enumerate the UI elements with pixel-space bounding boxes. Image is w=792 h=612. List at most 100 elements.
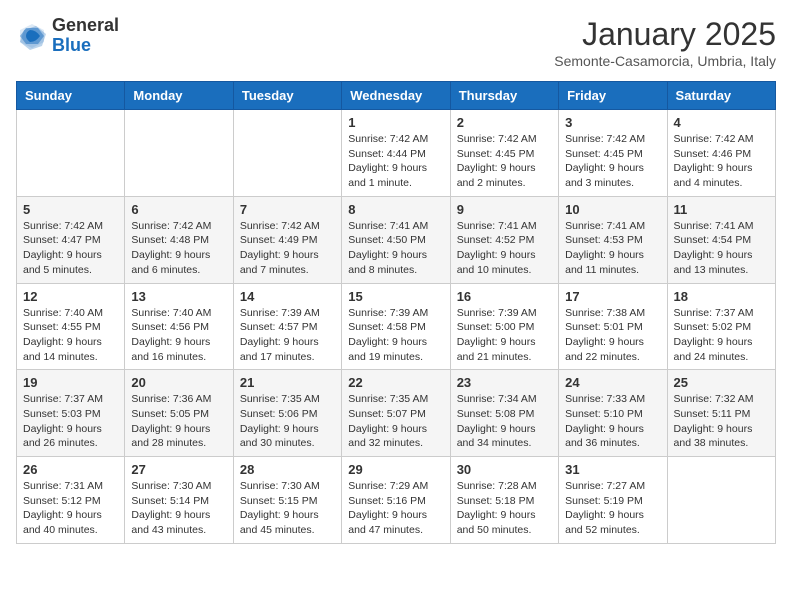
logo-blue-text: Blue — [52, 36, 119, 56]
calendar-cell: 17Sunrise: 7:38 AM Sunset: 5:01 PM Dayli… — [559, 283, 667, 370]
calendar-cell: 6 Sunrise: 7:42 AM Sunset: 4:48 PM Daylig… — [125, 196, 233, 283]
day-number: 16 — [457, 289, 552, 304]
calendar-cell: 25 Sunrise: 7:32 AM Sunset: 5:11 PM Dayli… — [667, 370, 775, 457]
day-number: 20 — [131, 375, 226, 390]
day-number: 27 — [131, 462, 226, 477]
calendar-cell: 31 Sunrise: 7:27 AM Sunset: 5:19 PM Dayli… — [559, 457, 667, 544]
day-info: Sunrise: 7:41 AM Sunset: 4:50 PM Dayligh… — [348, 219, 443, 278]
calendar-cell: 15Sunrise: 7:39 AM Sunset: 4:58 PM Dayli… — [342, 283, 450, 370]
day-info: Sunrise: 7:42 AM Sunset: 4:49 PM Dayligh… — [240, 219, 335, 278]
calendar-cell: 26Sunrise: 7:31 AM Sunset: 5:12 PM Dayli… — [17, 457, 125, 544]
day-number: 31 — [565, 462, 660, 477]
day-info: Sunrise: 7:33 AM Sunset: 5:10 PM Dayligh… — [565, 392, 660, 451]
calendar-cell — [17, 110, 125, 197]
calendar-cell: 28Sunrise: 7:30 AM Sunset: 5:15 PM Dayli… — [233, 457, 341, 544]
day-number: 5 — [23, 202, 118, 217]
calendar-cell — [667, 457, 775, 544]
day-info: Sunrise: 7:35 AM Sunset: 5:07 PM Dayligh… — [348, 392, 443, 451]
day-number: 14 — [240, 289, 335, 304]
calendar-cell: 10 Sunrise: 7:41 AM Sunset: 4:53 PM Dayli… — [559, 196, 667, 283]
header: General Blue January 2025 Semonte-Casamo… — [16, 16, 776, 69]
weekday-header-wednesday: Wednesday — [342, 82, 450, 110]
weekday-header-sunday: Sunday — [17, 82, 125, 110]
day-info: Sunrise: 7:30 AM Sunset: 5:15 PM Dayligh… — [240, 479, 335, 538]
day-info: Sunrise: 7:39 AM Sunset: 4:57 PM Dayligh… — [240, 306, 335, 365]
day-number: 30 — [457, 462, 552, 477]
calendar-cell: 20Sunrise: 7:36 AM Sunset: 5:05 PM Dayli… — [125, 370, 233, 457]
calendar-cell — [233, 110, 341, 197]
day-info: Sunrise: 7:37 AM Sunset: 5:03 PM Dayligh… — [23, 392, 118, 451]
day-number: 18 — [674, 289, 769, 304]
calendar-cell: 19 Sunrise: 7:37 AM Sunset: 5:03 PM Dayli… — [17, 370, 125, 457]
calendar-cell: 12 Sunrise: 7:40 AM Sunset: 4:55 PM Dayli… — [17, 283, 125, 370]
calendar-cell: 1 Sunrise: 7:42 AM Sunset: 4:44 PM Daylig… — [342, 110, 450, 197]
day-number: 10 — [565, 202, 660, 217]
weekday-header-tuesday: Tuesday — [233, 82, 341, 110]
calendar-week-row: 26Sunrise: 7:31 AM Sunset: 5:12 PM Dayli… — [17, 457, 776, 544]
calendar-cell: 8 Sunrise: 7:41 AM Sunset: 4:50 PM Daylig… — [342, 196, 450, 283]
calendar-cell: 24 Sunrise: 7:33 AM Sunset: 5:10 PM Dayli… — [559, 370, 667, 457]
day-number: 29 — [348, 462, 443, 477]
day-number: 15 — [348, 289, 443, 304]
day-info: Sunrise: 7:37 AM Sunset: 5:02 PM Dayligh… — [674, 306, 769, 365]
day-info: Sunrise: 7:39 AM Sunset: 5:00 PM Dayligh… — [457, 306, 552, 365]
calendar-cell: 23 Sunrise: 7:34 AM Sunset: 5:08 PM Dayli… — [450, 370, 558, 457]
day-info: Sunrise: 7:41 AM Sunset: 4:53 PM Dayligh… — [565, 219, 660, 278]
calendar-cell: 16 Sunrise: 7:39 AM Sunset: 5:00 PM Dayli… — [450, 283, 558, 370]
calendar-cell: 4Sunrise: 7:42 AM Sunset: 4:46 PM Daylig… — [667, 110, 775, 197]
location-subtitle: Semonte-Casamorcia, Umbria, Italy — [554, 53, 776, 69]
day-number: 21 — [240, 375, 335, 390]
calendar-cell: 27 Sunrise: 7:30 AM Sunset: 5:14 PM Dayli… — [125, 457, 233, 544]
weekday-header-thursday: Thursday — [450, 82, 558, 110]
calendar-week-row: 5Sunrise: 7:42 AM Sunset: 4:47 PM Daylig… — [17, 196, 776, 283]
day-number: 13 — [131, 289, 226, 304]
day-info: Sunrise: 7:40 AM Sunset: 4:55 PM Dayligh… — [23, 306, 118, 365]
day-number: 19 — [23, 375, 118, 390]
calendar-cell: 30 Sunrise: 7:28 AM Sunset: 5:18 PM Dayli… — [450, 457, 558, 544]
calendar-cell: 5Sunrise: 7:42 AM Sunset: 4:47 PM Daylig… — [17, 196, 125, 283]
logo-icon — [16, 20, 48, 52]
day-number: 1 — [348, 115, 443, 130]
day-info: Sunrise: 7:42 AM Sunset: 4:44 PM Dayligh… — [348, 132, 443, 191]
day-number: 25 — [674, 375, 769, 390]
day-info: Sunrise: 7:41 AM Sunset: 4:54 PM Dayligh… — [674, 219, 769, 278]
title-area: January 2025 Semonte-Casamorcia, Umbria,… — [554, 16, 776, 69]
calendar-cell: 29 Sunrise: 7:29 AM Sunset: 5:16 PM Dayli… — [342, 457, 450, 544]
weekday-header-friday: Friday — [559, 82, 667, 110]
day-number: 24 — [565, 375, 660, 390]
calendar-cell: 14 Sunrise: 7:39 AM Sunset: 4:57 PM Dayli… — [233, 283, 341, 370]
calendar-table: SundayMondayTuesdayWednesdayThursdayFrid… — [16, 81, 776, 544]
day-number: 2 — [457, 115, 552, 130]
calendar-cell: 13 Sunrise: 7:40 AM Sunset: 4:56 PM Dayli… — [125, 283, 233, 370]
day-number: 23 — [457, 375, 552, 390]
calendar-cell: 2Sunrise: 7:42 AM Sunset: 4:45 PM Daylig… — [450, 110, 558, 197]
day-info: Sunrise: 7:41 AM Sunset: 4:52 PM Dayligh… — [457, 219, 552, 278]
calendar-week-row: 1 Sunrise: 7:42 AM Sunset: 4:44 PM Daylig… — [17, 110, 776, 197]
calendar-week-row: 12 Sunrise: 7:40 AM Sunset: 4:55 PM Dayli… — [17, 283, 776, 370]
day-number: 6 — [131, 202, 226, 217]
day-number: 12 — [23, 289, 118, 304]
day-info: Sunrise: 7:42 AM Sunset: 4:48 PM Dayligh… — [131, 219, 226, 278]
day-number: 3 — [565, 115, 660, 130]
day-info: Sunrise: 7:27 AM Sunset: 5:19 PM Dayligh… — [565, 479, 660, 538]
day-info: Sunrise: 7:42 AM Sunset: 4:46 PM Dayligh… — [674, 132, 769, 191]
calendar-cell: 21 Sunrise: 7:35 AM Sunset: 5:06 PM Dayli… — [233, 370, 341, 457]
day-info: Sunrise: 7:32 AM Sunset: 5:11 PM Dayligh… — [674, 392, 769, 451]
day-info: Sunrise: 7:40 AM Sunset: 4:56 PM Dayligh… — [131, 306, 226, 365]
calendar-cell — [125, 110, 233, 197]
logo: General Blue — [16, 16, 119, 56]
weekday-header-monday: Monday — [125, 82, 233, 110]
weekday-header-saturday: Saturday — [667, 82, 775, 110]
day-info: Sunrise: 7:42 AM Sunset: 4:45 PM Dayligh… — [565, 132, 660, 191]
day-info: Sunrise: 7:34 AM Sunset: 5:08 PM Dayligh… — [457, 392, 552, 451]
day-info: Sunrise: 7:29 AM Sunset: 5:16 PM Dayligh… — [348, 479, 443, 538]
calendar-cell: 11Sunrise: 7:41 AM Sunset: 4:54 PM Dayli… — [667, 196, 775, 283]
day-info: Sunrise: 7:35 AM Sunset: 5:06 PM Dayligh… — [240, 392, 335, 451]
day-info: Sunrise: 7:38 AM Sunset: 5:01 PM Dayligh… — [565, 306, 660, 365]
day-number: 9 — [457, 202, 552, 217]
logo-general-text: General — [52, 16, 119, 36]
day-info: Sunrise: 7:30 AM Sunset: 5:14 PM Dayligh… — [131, 479, 226, 538]
day-number: 8 — [348, 202, 443, 217]
day-number: 22 — [348, 375, 443, 390]
day-info: Sunrise: 7:28 AM Sunset: 5:18 PM Dayligh… — [457, 479, 552, 538]
